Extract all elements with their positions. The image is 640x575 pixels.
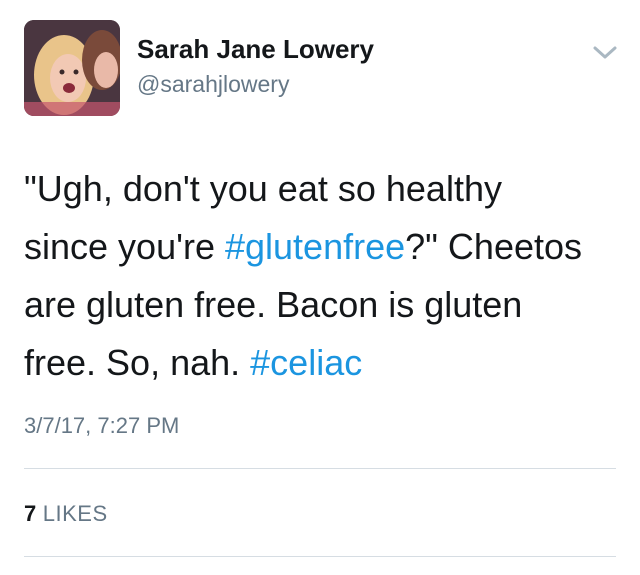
hashtag-link-celiac[interactable]: #celiac xyxy=(250,342,362,383)
chevron-down-icon[interactable] xyxy=(592,44,618,62)
tweet-text: "Ugh, don't you eat so healthy since you… xyxy=(24,160,624,392)
author-display-name[interactable]: Sarah Jane Lowery xyxy=(137,34,374,65)
tweet-text-segment: since you're xyxy=(24,226,225,267)
likes-label: LIKES xyxy=(42,501,108,526)
hashtag-link-glutenfree[interactable]: #glutenfree xyxy=(225,226,405,267)
avatar[interactable] xyxy=(24,20,120,116)
tweet-text-segment: "Ugh, don't you eat so healthy xyxy=(24,168,502,209)
tweet-timestamp[interactable]: 3/7/17, 7:27 PM xyxy=(24,413,179,439)
tweet-line: since you're #glutenfree?" Cheetos xyxy=(24,218,624,276)
likes-stat[interactable]: 7 LIKES xyxy=(24,501,108,527)
tweet-line: free. So, nah. #celiac xyxy=(24,334,624,392)
tweet-text-segment: are gluten free. Bacon is gluten xyxy=(24,284,523,325)
author-handle[interactable]: @sarahjlowery xyxy=(137,71,289,98)
tweet-text-segment: free. So, nah. xyxy=(24,342,251,383)
profile-photo xyxy=(24,20,120,116)
tweet-line: "Ugh, don't you eat so healthy xyxy=(24,160,624,218)
tweet-line: are gluten free. Bacon is gluten xyxy=(24,276,624,334)
divider xyxy=(24,468,616,469)
likes-count: 7 xyxy=(24,501,37,526)
divider xyxy=(24,556,616,557)
tweet-text-segment: ?" Cheetos xyxy=(405,226,583,267)
